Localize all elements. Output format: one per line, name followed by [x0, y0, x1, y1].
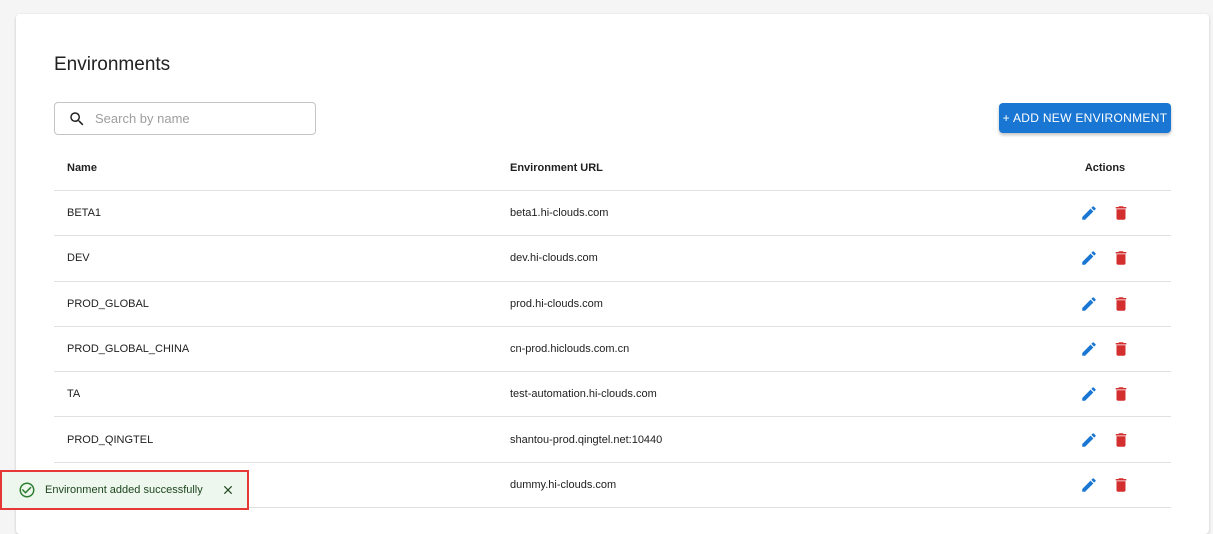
trash-icon: [1115, 478, 1127, 492]
pencil-icon: [1082, 387, 1096, 402]
header-url: Environment URL: [510, 161, 603, 174]
cell-actions: [1037, 476, 1171, 494]
table-row: PROD_GLOBAL_CHINA cn-prod.hiclouds.com.cn: [54, 327, 1171, 373]
delete-button[interactable]: [1112, 340, 1130, 358]
cell-url: beta1.hi-clouds.com: [510, 207, 609, 220]
trash-icon: [1115, 206, 1127, 220]
cell-url: cn-prod.hiclouds.com.cn: [510, 343, 630, 356]
delete-button[interactable]: [1112, 431, 1130, 449]
delete-button[interactable]: [1112, 204, 1130, 222]
header-actions: Actions: [1084, 161, 1126, 174]
cell-actions: [1037, 385, 1171, 403]
close-icon[interactable]: [221, 483, 235, 497]
delete-button[interactable]: [1112, 476, 1130, 494]
cell-name: PROD_QINGTEL: [67, 433, 154, 446]
table-row: PROD_QINGTEL shantou-prod.qingtel.net:104…: [54, 417, 1171, 463]
cell-name: BETA1: [67, 207, 102, 220]
cell-name: DEV: [67, 252, 90, 265]
table-row: PROD_GLOBAL prod.hi-clouds.com: [54, 282, 1171, 327]
cell-actions: [1037, 249, 1171, 267]
toast-message: Environment added successfully: [45, 484, 203, 496]
pencil-icon: [1082, 342, 1096, 356]
trash-icon: [1115, 296, 1127, 311]
search-input[interactable]: [95, 111, 295, 126]
environments-card: Environments + ADD NEW ENVIRONMENT Name …: [16, 14, 1209, 534]
environments-table: Name Environment URL Actions BETA1 beta1.…: [54, 145, 1171, 509]
table-row: TA test-automation.hi-clouds.com: [54, 372, 1171, 418]
cell-name: TA: [67, 388, 81, 401]
cell-actions: [1037, 204, 1171, 222]
cell-url: test-automation.hi-clouds.com: [510, 388, 657, 401]
edit-button[interactable]: [1080, 295, 1098, 313]
trash-icon: [1115, 432, 1127, 447]
edit-button[interactable]: [1080, 431, 1098, 449]
cell-url: shantou-prod.qingtel.net:10440: [510, 433, 663, 446]
check-circle-icon: [19, 482, 35, 498]
edit-button[interactable]: [1080, 249, 1098, 267]
edit-button[interactable]: [1080, 385, 1098, 403]
cell-actions: [1037, 295, 1171, 313]
pencil-icon: [1082, 206, 1096, 220]
edit-button[interactable]: [1080, 476, 1098, 494]
table-body: BETA1 beta1.hi-clouds.com DEV dev.hi-clouds…: [54, 191, 1171, 509]
edit-button[interactable]: [1080, 204, 1098, 222]
search-icon: [70, 111, 84, 125]
cell-url: dummy.hi-clouds.com: [510, 478, 617, 491]
cell-name: PROD_GLOBAL_CHINA: [67, 343, 190, 356]
pencil-icon: [1082, 432, 1096, 447]
page-title: Environments: [54, 54, 171, 75]
success-toast: Environment added successfully: [0, 470, 249, 510]
table-row: BETA1 beta1.hi-clouds.com: [54, 191, 1171, 237]
table-header: Name Environment URL Actions: [54, 145, 1171, 191]
cell-url: dev.hi-clouds.com: [510, 252, 598, 265]
add-new-environment-button[interactable]: + ADD NEW ENVIRONMENT: [999, 103, 1171, 133]
delete-button[interactable]: [1112, 385, 1130, 403]
trash-icon: [1115, 387, 1127, 402]
cell-actions: [1037, 431, 1171, 449]
search-field[interactable]: [54, 102, 316, 135]
cell-url: prod.hi-clouds.com: [510, 297, 603, 310]
header-name: Name: [67, 161, 97, 174]
cell-actions: [1037, 340, 1171, 358]
delete-button[interactable]: [1112, 295, 1130, 313]
delete-button[interactable]: [1112, 249, 1130, 267]
trash-icon: [1115, 342, 1127, 356]
trash-icon: [1115, 251, 1127, 266]
cell-name: PROD_GLOBAL: [67, 297, 149, 310]
pencil-icon: [1082, 296, 1096, 311]
pencil-icon: [1082, 478, 1096, 492]
pencil-icon: [1082, 251, 1096, 266]
table-row: DEV dev.hi-clouds.com: [54, 236, 1171, 282]
edit-button[interactable]: [1080, 340, 1098, 358]
